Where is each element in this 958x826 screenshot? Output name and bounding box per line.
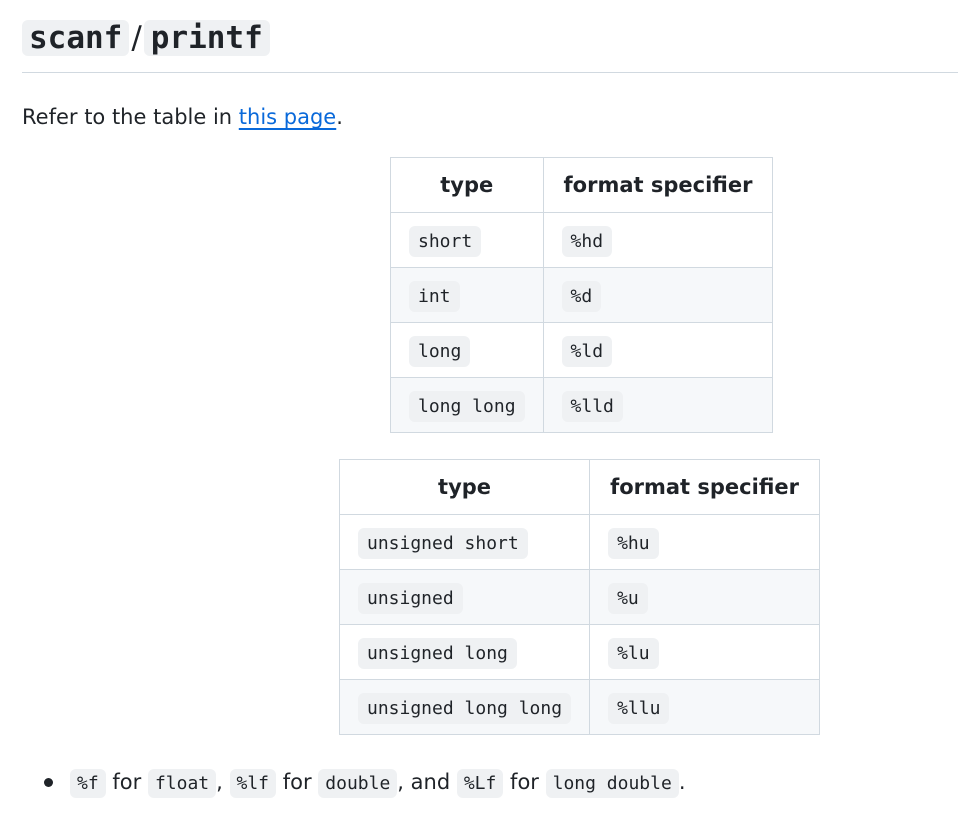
specifier-cell: %llu <box>589 679 820 735</box>
table-row: unsigned long %lu <box>338 624 820 680</box>
type-column-header: type <box>338 459 591 515</box>
table-row: long %ld <box>390 322 774 378</box>
type-code: long <box>409 336 471 367</box>
table-row: long long %lld <box>390 377 774 433</box>
word-for: for <box>112 770 142 794</box>
code-double: double <box>318 769 398 798</box>
list-item-text: %f for float, %lf for double, and %Lf fo… <box>70 769 686 798</box>
heading-divider <box>22 72 958 73</box>
intro-text: Refer to the table in <box>22 105 239 129</box>
specifier-code: %u <box>608 583 648 614</box>
code-lf: %lf <box>229 769 277 798</box>
type-cell: unsigned long long <box>338 679 591 735</box>
type-code: int <box>409 281 460 312</box>
table-row: unsigned short %hu <box>338 514 820 570</box>
intro-end: . <box>336 105 343 129</box>
type-code: unsigned <box>358 583 463 614</box>
format-specifier-column-header: format specifier <box>542 157 774 213</box>
specifier-code: %llu <box>608 693 670 724</box>
format-specifier-column-header: format specifier <box>589 459 820 515</box>
specifier-cell: %hd <box>542 212 774 268</box>
float-notes-list: %f for float, %lf for double, and %Lf fo… <box>22 762 686 804</box>
table-row: unsigned %u <box>338 569 820 625</box>
type-code: long long <box>409 391 525 422</box>
intro-paragraph: Refer to the table in this page. <box>22 100 343 134</box>
type-cell: unsigned <box>338 569 591 625</box>
word-for: for <box>510 770 539 794</box>
specifier-code: %hu <box>608 528 659 559</box>
this-page-link[interactable]: this page <box>239 105 336 129</box>
type-column-header: type <box>390 157 544 213</box>
signed-types-table: type format specifier short %hd int %d l… <box>390 157 774 433</box>
table-header-row: type format specifier <box>390 157 774 213</box>
type-code: short <box>409 226 482 257</box>
type-cell: unsigned long <box>338 624 591 680</box>
list-item: %f for float, %lf for double, and %Lf fo… <box>44 762 686 804</box>
specifier-code: %hd <box>561 226 613 257</box>
type-cell: int <box>390 267 544 323</box>
specifier-cell: %hu <box>589 514 820 570</box>
heading-separator: / <box>131 20 142 56</box>
specifier-cell: %u <box>589 569 820 625</box>
specifier-code: %d <box>561 281 602 312</box>
code-Lf: %Lf <box>456 769 504 798</box>
specifier-code: %lld <box>561 391 623 422</box>
word-for: for <box>282 770 312 794</box>
type-code: unsigned long long <box>358 693 572 724</box>
type-cell: long long <box>390 377 544 433</box>
specifier-code: %lu <box>608 638 659 669</box>
type-cell: short <box>390 212 544 268</box>
table-header-row: type format specifier <box>338 459 820 515</box>
heading-code-scanf: scanf <box>22 20 130 56</box>
comma: , <box>216 770 223 794</box>
section-heading: scanf / printf <box>22 15 270 61</box>
type-code: unsigned short <box>358 528 528 559</box>
period: . <box>678 770 686 794</box>
bullet-icon <box>44 778 53 787</box>
heading-code-printf: printf <box>143 20 270 56</box>
code-long-double: long double <box>545 769 679 798</box>
type-code: unsigned long <box>358 638 517 669</box>
word-and: , and <box>397 770 451 794</box>
specifier-cell: %lld <box>542 377 774 433</box>
table-row: unsigned long long %llu <box>338 679 820 735</box>
type-cell: long <box>390 322 544 378</box>
type-cell: unsigned short <box>338 514 591 570</box>
specifier-cell: %d <box>542 267 774 323</box>
code-float: float <box>147 769 217 798</box>
unsigned-types-table: type format specifier unsigned short %hu… <box>338 459 820 735</box>
specifier-cell: %ld <box>542 322 774 378</box>
table-row: int %d <box>390 267 774 323</box>
code-f: %f <box>70 769 106 798</box>
specifier-cell: %lu <box>589 624 820 680</box>
specifier-code: %ld <box>561 336 613 367</box>
table-row: short %hd <box>390 212 774 268</box>
